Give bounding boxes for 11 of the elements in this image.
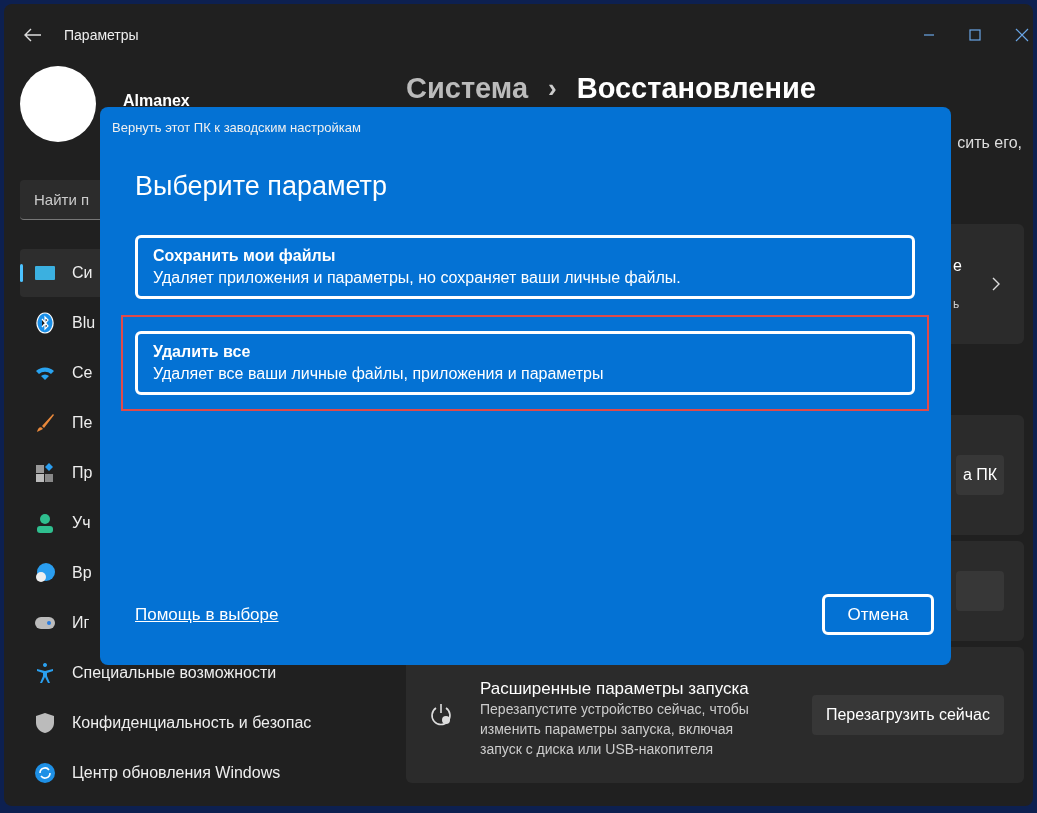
card-title: Расширенные параметры запуска — [480, 679, 750, 699]
card-subtitle: ь — [953, 297, 961, 311]
window-title: Параметры — [64, 27, 139, 43]
dialog-title: Вернуть этот ПК к заводским настройкам — [112, 120, 362, 135]
profile-name: Almanex — [123, 92, 190, 110]
card-description: Перезапустите устройство сейчас, чтобы изменить параметры запуска, включая запуск с диска или USB-накопителя — [480, 700, 750, 759]
breadcrumb-separator: › — [548, 72, 557, 104]
page-title: Восстановление — [576, 72, 816, 104]
intro-text: сить его, — [957, 134, 1022, 151]
card-title: е — [953, 257, 962, 275]
dialog-heading: Выберите параметр — [135, 171, 388, 203]
